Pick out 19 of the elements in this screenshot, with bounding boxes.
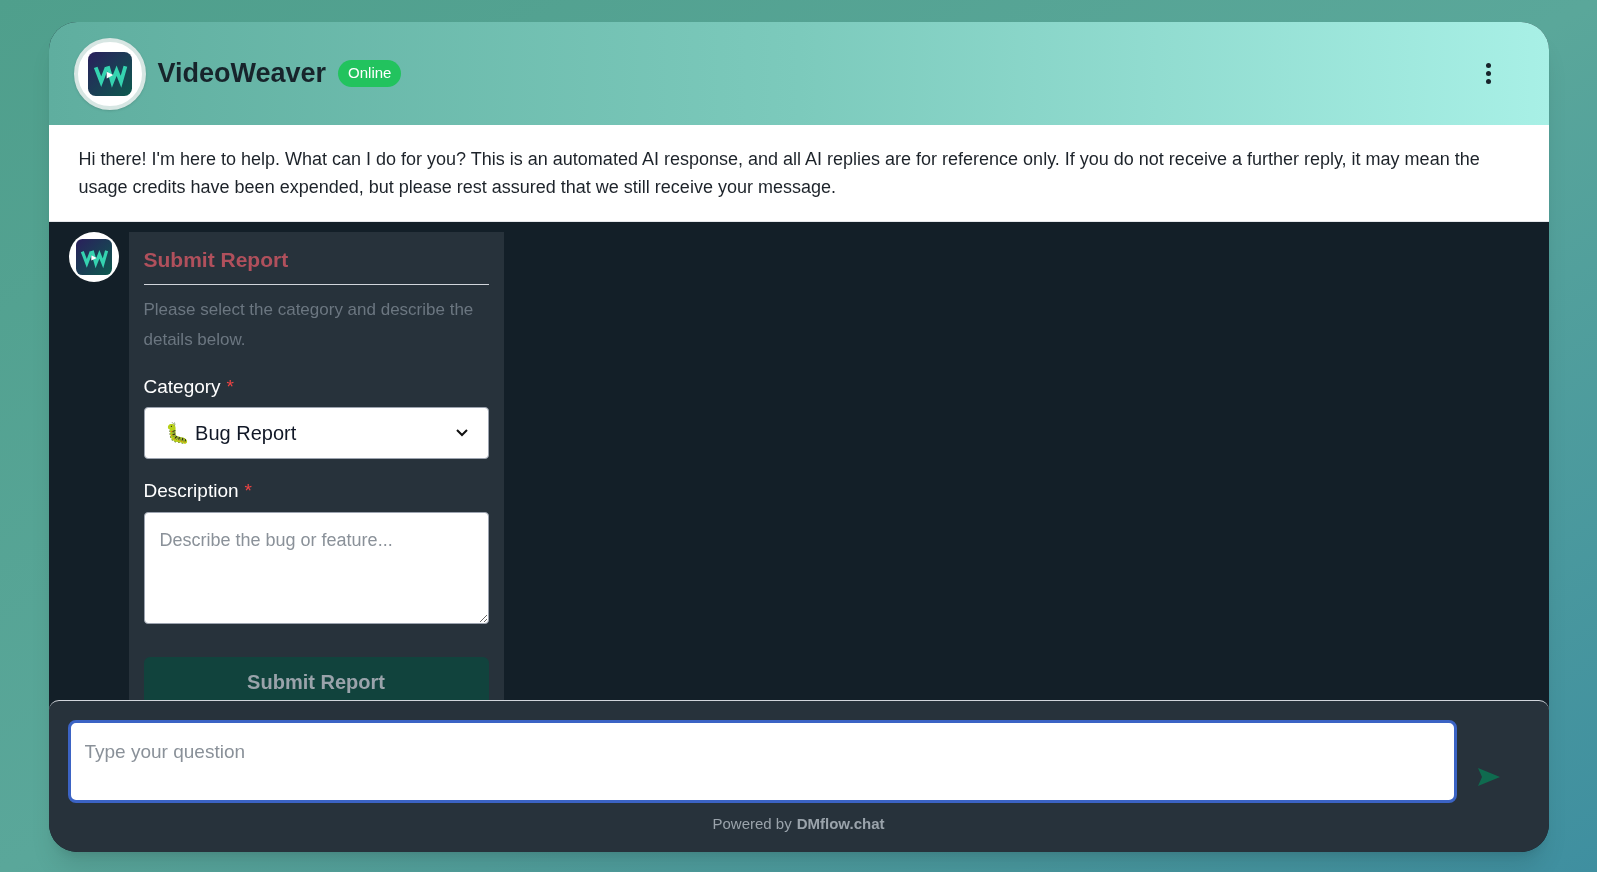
- category-select[interactable]: 🐛 Bug Report: [143, 407, 489, 459]
- bot-name: VideoWeaver: [157, 57, 327, 91]
- logo-icon: [87, 51, 132, 96]
- powered-by-text: Powered by: [712, 814, 792, 834]
- more-menu-icon[interactable]: [1483, 63, 1494, 84]
- logo-icon: [75, 239, 112, 275]
- greeting-message: Hi there! I'm here to help. What can I do for you? This is an automated AI response, and all AI replies are for reference only. If you do not receive a further reply, it may mean the usage credits have been expended, but please rest assured that we still receive your message.: [78, 148, 1481, 199]
- description-field[interactable]: Describe the bug or feature...: [143, 511, 489, 624]
- required-mark: *: [244, 479, 252, 503]
- field-label: Category: [143, 374, 221, 399]
- brand-link[interactable]: DMflow.chat: [796, 813, 885, 836]
- form-title: Submit Report: [143, 248, 289, 271]
- chevron-down-icon: [455, 429, 468, 437]
- form-description: Please select the category and describe the details below.: [143, 298, 475, 351]
- required-mark: *: [226, 374, 234, 399]
- field-label: Description: [143, 479, 239, 503]
- question-input[interactable]: Type your question: [67, 720, 1457, 803]
- status-badge: Online: [338, 60, 402, 87]
- submit-button[interactable]: Submit Report: [143, 656, 489, 700]
